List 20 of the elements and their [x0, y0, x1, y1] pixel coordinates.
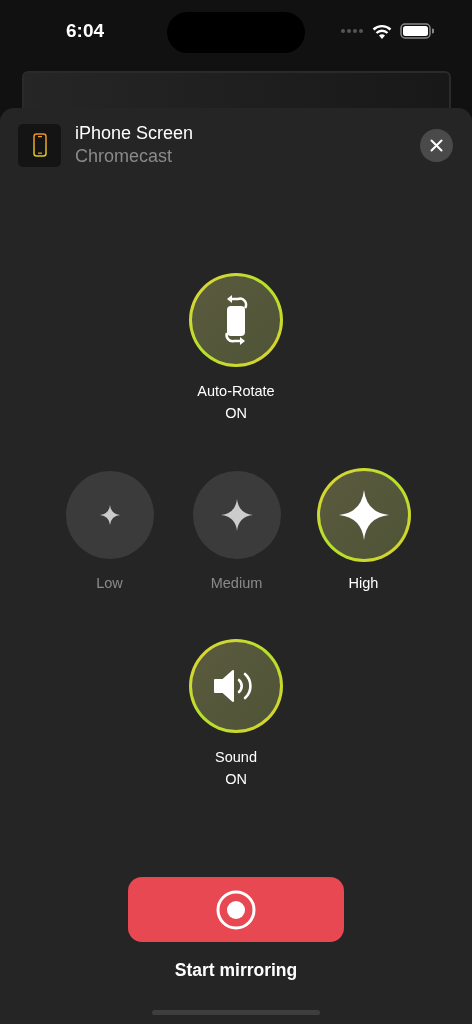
- start-mirroring-button[interactable]: [128, 877, 344, 942]
- close-icon: [430, 138, 443, 152]
- record-icon: [216, 889, 256, 930]
- toggle-label: Auto-Rotate: [197, 382, 275, 401]
- quality-label: Medium: [210, 574, 263, 593]
- wifi-icon: [372, 23, 392, 39]
- toggle-state: ON: [225, 404, 247, 423]
- quality-label: High: [348, 574, 379, 593]
- start-mirroring-label: Start mirroring: [174, 960, 298, 981]
- battery-icon: [400, 23, 434, 39]
- quality-label: Low: [96, 574, 123, 593]
- sheet-title: iPhone Screen: [75, 123, 195, 144]
- device-name: Chromecast: [75, 146, 174, 167]
- sparkle-icon: [99, 505, 120, 525]
- phone-icon: [32, 133, 47, 157]
- toggle-state: ON: [225, 770, 247, 789]
- status-time: 6:04: [66, 20, 105, 42]
- toggle-label: Sound: [215, 748, 257, 767]
- signal-icon: [340, 28, 364, 34]
- close-button[interactable]: [420, 128, 453, 162]
